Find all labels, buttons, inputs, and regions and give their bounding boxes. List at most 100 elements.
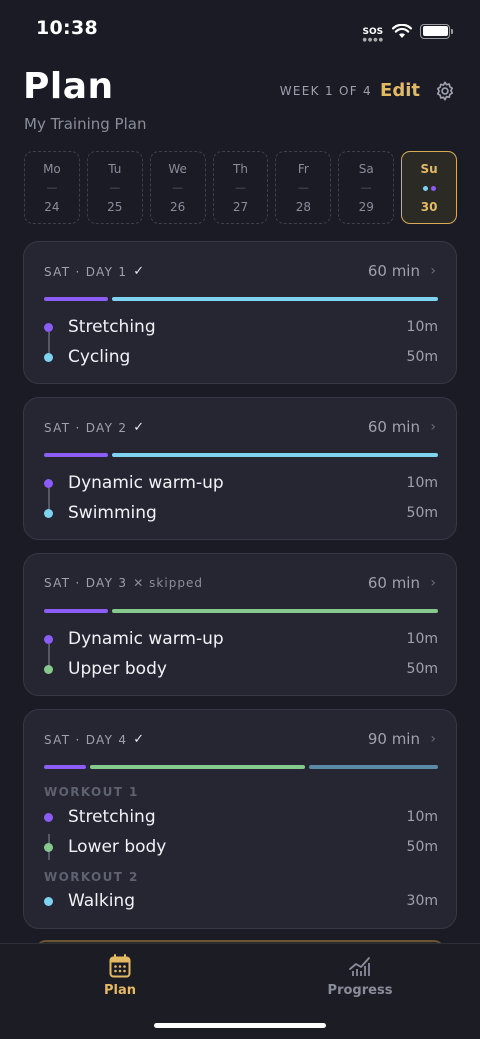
- day-cell-sat[interactable]: Sa — 29: [338, 151, 395, 224]
- card-duration: 60 min: [367, 574, 420, 592]
- bar-segment: [112, 453, 438, 457]
- card-duration: 90 min: [367, 730, 420, 748]
- workout-card-day-1[interactable]: SAT · DAY 1 ✓ 60 min › Stretching 10m Cy…: [23, 241, 457, 384]
- battery-icon: [420, 23, 453, 39]
- exercise-duration: 50m: [406, 661, 438, 677]
- day-cell-wed[interactable]: We — 26: [149, 151, 206, 224]
- exercise-name: Cycling: [68, 347, 131, 367]
- sos-label: SOS: [362, 27, 384, 37]
- duration-bar: [44, 453, 438, 457]
- day-cell-tue[interactable]: Tu — 25: [86, 151, 143, 224]
- exercise-duration: 10m: [406, 319, 438, 335]
- duration-bar: [44, 765, 438, 769]
- exercise-row: Stretching 10m: [44, 805, 438, 829]
- exercise-dot: [44, 896, 53, 906]
- exercise-duration: 50m: [406, 349, 438, 365]
- day-number: 28: [295, 200, 311, 214]
- exercise-row: Lower body 50m: [44, 835, 438, 859]
- page-title: Plan: [23, 66, 114, 107]
- day-empty-mark: —: [172, 181, 184, 194]
- exercise-row: Dynamic warm-up 10m: [44, 471, 438, 495]
- tab-label: Progress: [327, 983, 393, 998]
- activity-dot: [430, 185, 436, 191]
- workout-card-day-3[interactable]: SAT · DAY 3 ✕ skipped 60 min › Dynamic w…: [23, 553, 457, 696]
- signal-dots-icon: ●●●●: [362, 37, 384, 43]
- tab-progress[interactable]: Progress: [300, 954, 420, 998]
- day-name: We: [168, 162, 187, 176]
- activity-dot: [422, 185, 428, 191]
- tab-label: Plan: [103, 983, 136, 998]
- exercise-row: Swimming 50m: [44, 501, 438, 525]
- tab-plan[interactable]: Plan: [60, 954, 180, 998]
- exercise-name: Dynamic warm-up: [68, 473, 224, 493]
- bar-segment: [309, 765, 438, 769]
- day-empty-mark: —: [360, 181, 372, 194]
- day-cell-fri[interactable]: Fr — 28: [275, 151, 332, 224]
- exercise-dot: [44, 664, 53, 674]
- exercise-name: Swimming: [68, 503, 157, 523]
- exercise-duration: 10m: [406, 631, 438, 647]
- week-day-strip: Mo — 24 Tu — 25 We — 26 Th — 27 Fr — 28 …: [24, 151, 458, 224]
- duration-bar: [44, 297, 438, 301]
- day-cell-mon[interactable]: Mo — 24: [24, 151, 80, 224]
- skipped-status: ✕ skipped: [133, 576, 203, 590]
- exercise-dot: [44, 478, 53, 488]
- workout-group-label: WORKOUT 2: [44, 870, 139, 884]
- day-name: Mo: [43, 162, 61, 176]
- chevron-right-icon: ›: [430, 263, 436, 279]
- day-name: Fr: [297, 162, 309, 176]
- exercise-name: Stretching: [68, 807, 156, 827]
- bar-segment: [90, 765, 305, 769]
- card-duration: 60 min: [367, 262, 420, 280]
- exercise-dot: [44, 812, 53, 822]
- checkmark-icon: ✓: [133, 732, 145, 747]
- exercise-dot: [44, 352, 53, 362]
- chevron-right-icon: ›: [430, 419, 436, 435]
- sos-indicator: SOS ●●●●: [363, 19, 384, 43]
- exercise-duration: 50m: [406, 505, 438, 521]
- card-day-label: SAT · DAY 1: [44, 264, 128, 279]
- exercise-dot: [44, 634, 53, 644]
- wifi-icon: [392, 23, 412, 38]
- chevron-right-icon: ›: [430, 575, 436, 591]
- bar-segment: [44, 453, 108, 457]
- edit-button[interactable]: Edit: [380, 80, 420, 101]
- day-number: 26: [170, 200, 186, 214]
- exercise-name: Upper body: [68, 659, 167, 679]
- card-header: SAT · DAY 2 ✓: [44, 420, 144, 435]
- week-indicator: WEEK 1 OF 4: [279, 84, 372, 98]
- bar-segment: [112, 297, 438, 301]
- exercise-row: Walking 30m: [44, 889, 438, 913]
- bar-segment: [44, 609, 108, 613]
- day-cell-sun-selected[interactable]: Su 30: [401, 151, 458, 224]
- exercise-row: Dynamic warm-up 10m: [44, 627, 438, 651]
- skipped-label: skipped: [149, 576, 203, 590]
- bar-segment: [44, 765, 86, 769]
- gear-icon: [436, 81, 454, 101]
- home-indicator: [154, 1023, 326, 1028]
- chevron-right-icon: ›: [430, 731, 436, 747]
- status-icons: SOS ●●●●: [363, 19, 453, 43]
- card-header: SAT · DAY 3 ✕ skipped: [44, 576, 203, 590]
- day-name: Th: [233, 162, 248, 176]
- workout-card-day-4[interactable]: SAT · DAY 4 ✓ 90 min › WORKOUT 1 Stretch…: [23, 709, 457, 929]
- card-day-label: SAT · DAY 3: [44, 576, 128, 590]
- day-empty-mark: —: [46, 181, 58, 194]
- settings-button[interactable]: [434, 80, 456, 102]
- day-name: Tu: [108, 162, 122, 176]
- exercise-dot: [44, 322, 53, 332]
- day-name: Su: [420, 162, 438, 176]
- day-cell-thu[interactable]: Th — 27: [212, 151, 269, 224]
- bar-segment: [112, 609, 438, 613]
- exercise-duration: 10m: [406, 475, 438, 491]
- exercise-name: Walking: [68, 891, 135, 911]
- checkmark-icon: ✓: [133, 420, 145, 435]
- workout-card-day-2[interactable]: SAT · DAY 2 ✓ 60 min › Dynamic warm-up 1…: [23, 397, 457, 540]
- day-number: 27: [232, 200, 249, 214]
- exercise-row: Cycling 50m: [44, 345, 438, 369]
- status-time: 10:38: [36, 17, 98, 39]
- exercise-duration: 30m: [406, 893, 438, 909]
- exercise-row: Stretching 10m: [44, 315, 438, 339]
- calendar-icon: [109, 954, 131, 978]
- exercise-duration: 10m: [406, 809, 438, 825]
